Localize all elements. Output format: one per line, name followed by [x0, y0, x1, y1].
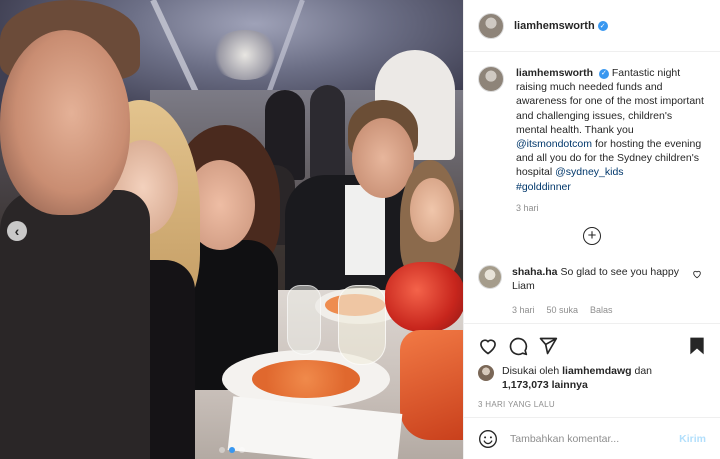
comments-area: liamhemsworth ✓ Fantastic night raising … [464, 52, 720, 323]
comment-avatar[interactable] [478, 264, 502, 289]
action-icons [478, 334, 706, 358]
likes-prefix: Disukai oleh [502, 365, 563, 377]
liker-avatar[interactable] [478, 365, 494, 381]
chevron-left-icon: ‹ [14, 223, 20, 239]
comment-body: shaha.ha So glad to see you happy Liam 3… [512, 265, 706, 317]
photo-person [410, 178, 454, 242]
photo-person [0, 30, 130, 215]
post-side-panel: liamhemsworth ✓ liamhemsworth ✓ Fantastic… [463, 0, 720, 459]
liker-username[interactable]: liamhemdawg [562, 365, 631, 377]
comment-username[interactable]: shaha.ha [512, 266, 558, 278]
comment-likes[interactable]: 50 suka [547, 303, 579, 317]
post-date[interactable]: 3 HARI YANG LALU [478, 400, 706, 409]
share-icon[interactable] [538, 336, 558, 356]
photo-glass [385, 262, 463, 332]
caption-time[interactable]: 3 hari [516, 203, 706, 213]
plus-circle-icon[interactable]: + [583, 226, 601, 245]
photo-person [345, 185, 385, 275]
comment-icon[interactable] [508, 336, 528, 356]
photo-glass [338, 285, 386, 365]
post-photo[interactable]: ‹ [0, 0, 463, 459]
comment-meta: 3 hari 50 suka Balas [512, 303, 688, 317]
carousel-prev-button[interactable]: ‹ [7, 221, 27, 241]
carousel-dots [0, 447, 463, 453]
likes-count[interactable]: 1,173,073 [502, 379, 549, 391]
author-username[interactable]: liamhemsworth ✓ [514, 20, 608, 32]
carousel-dot [238, 447, 245, 453]
load-more-comments[interactable]: + [478, 226, 706, 245]
post-actions: Disukai oleh liamhemdawg dan 1,173,073 l… [464, 323, 720, 409]
photo-crowd [310, 85, 345, 180]
comment-heart-icon[interactable] [692, 269, 702, 279]
post-header: liamhemsworth ✓ [464, 0, 720, 52]
author-avatar[interactable] [478, 12, 504, 39]
caption: liamhemsworth ✓ Fantastic night raising … [478, 66, 706, 213]
caption-username[interactable]: liamhemsworth [516, 67, 593, 79]
photo-food [252, 360, 360, 398]
hashtag-link[interactable]: #golddinner [516, 181, 571, 193]
verified-badge-icon: ✓ [597, 20, 608, 31]
photo-food [400, 330, 463, 440]
comment-reply-button[interactable]: Balas [590, 303, 613, 317]
comment-time[interactable]: 3 hari [512, 303, 535, 317]
heart-icon[interactable] [478, 336, 498, 356]
carousel-dot [228, 447, 235, 453]
caption-text: liamhemsworth ✓ Fantastic night raising … [516, 66, 706, 194]
emoji-icon[interactable] [478, 429, 498, 449]
caption-avatar[interactable] [478, 66, 504, 92]
mention-link[interactable]: @sydney_kids [555, 166, 623, 178]
add-comment-bar: Tambahkan komentar... Kirim [464, 417, 720, 459]
verified-badge-icon: ✓ [598, 69, 609, 80]
likes-suffix[interactable]: lainnya [549, 379, 588, 391]
likes-connector: dan [631, 365, 652, 377]
post-comment-button[interactable]: Kirim [679, 433, 706, 445]
photo-glass [287, 285, 321, 355]
bookmark-icon[interactable] [688, 336, 706, 356]
likes-summary: Disukai oleh liamhemdawg dan 1,173,073 l… [478, 364, 706, 392]
carousel-dot [218, 447, 225, 453]
mention-link[interactable]: @itsmondotcom [516, 138, 592, 150]
instagram-post: ‹ liamhemsworth ✓ liamhemsworth ✓ Fantas… [0, 0, 720, 459]
comment-input[interactable]: Tambahkan komentar... [510, 433, 667, 445]
photo-chandelier [210, 30, 280, 80]
comment-item: shaha.ha So glad to see you happy Liam 3… [478, 264, 706, 317]
